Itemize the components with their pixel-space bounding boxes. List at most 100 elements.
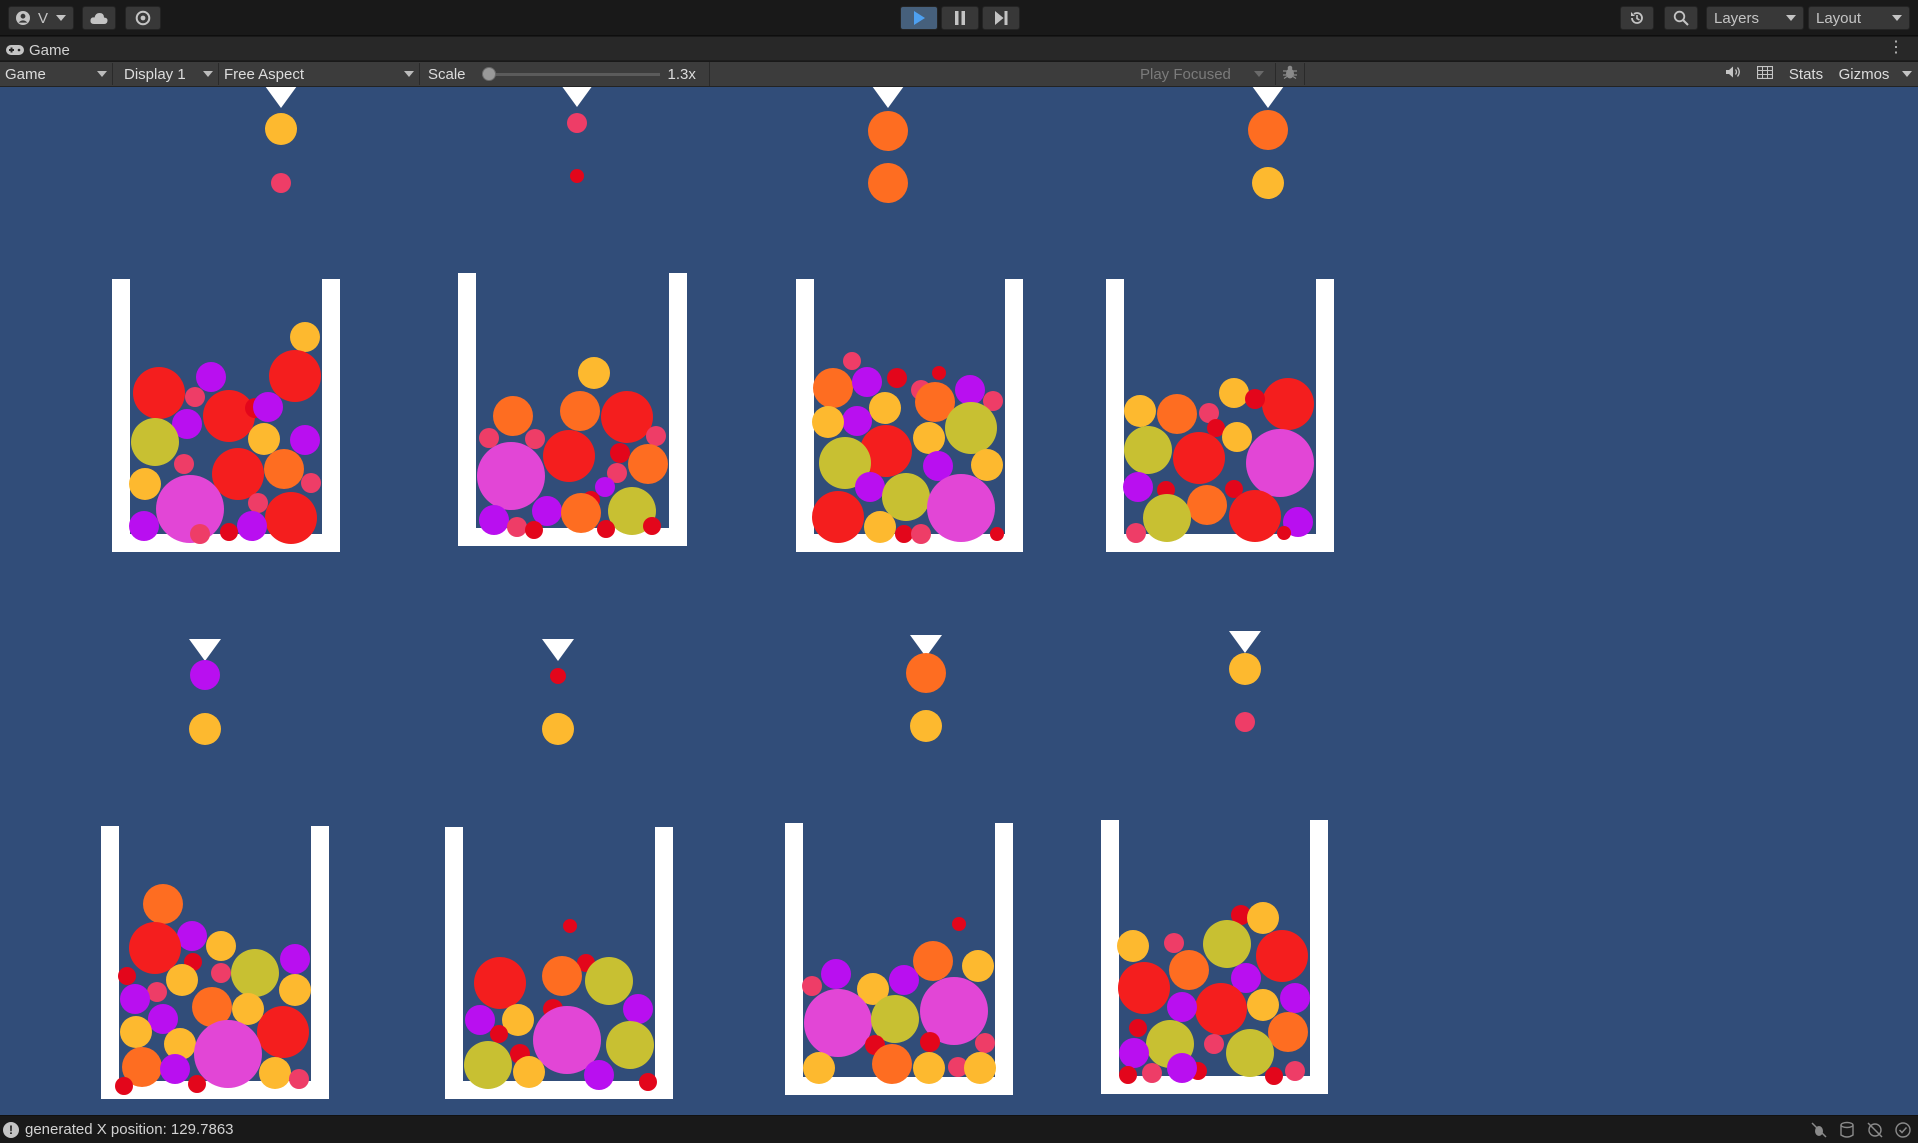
history-icon (1629, 10, 1645, 26)
ball-red-42 (601, 391, 653, 443)
ball-darkred-145 (490, 1025, 508, 1043)
cloud-button[interactable] (82, 6, 116, 30)
ball-pink-22 (185, 387, 205, 407)
progress-off-icon[interactable] (1866, 1121, 1884, 1139)
play-mode-dropdown[interactable]: Play Focused (1132, 63, 1270, 85)
ball-yellow-70 (869, 392, 901, 424)
step-button[interactable] (982, 6, 1020, 30)
account-icon (16, 11, 30, 25)
ball-purple-18 (196, 362, 226, 392)
chevron-down-icon (1254, 71, 1264, 77)
ball-pink-35 (248, 493, 268, 513)
ball-purple-122 (120, 984, 150, 1014)
ball-orange-44 (493, 396, 533, 436)
ball-red-29 (212, 448, 264, 500)
ball-pink-194 (1285, 1061, 1305, 1081)
debug-off-icon[interactable] (1810, 1121, 1828, 1139)
ball-darkred-133 (115, 1077, 133, 1095)
ball-magenta-161 (804, 989, 872, 1057)
tab-bar: Game ⋮ (0, 37, 1918, 61)
ball-purple-28 (290, 425, 320, 455)
ball-yellow-8 (1252, 167, 1284, 199)
aspect-dropdown[interactable]: Free Aspect (219, 63, 420, 85)
ball-darkred-4 (570, 169, 584, 183)
history-button[interactable] (1620, 6, 1654, 30)
check-circle-icon[interactable] (1894, 1121, 1912, 1139)
pause-button[interactable] (941, 6, 979, 30)
cache-icon[interactable] (1838, 1121, 1856, 1139)
ball-yellow-19 (290, 322, 320, 352)
ball-red-112 (129, 922, 181, 974)
layers-dropdown[interactable]: Layers (1706, 6, 1804, 30)
status-bar: ! generated X position: 129.7863 (0, 1115, 1918, 1143)
more-options-icon[interactable]: ⋮ (1888, 40, 1904, 56)
tab-game[interactable]: Game (6, 39, 70, 61)
play-button[interactable] (900, 6, 938, 30)
ball-orange-43 (560, 391, 600, 431)
ball-pink-46 (479, 428, 499, 448)
display-dropdown[interactable]: Display 1 (119, 63, 219, 85)
ball-darkred-61 (597, 520, 615, 538)
ball-orange-176 (1169, 950, 1209, 990)
spawner-1 (265, 87, 297, 108)
ball-orange-13 (906, 653, 946, 693)
ball-orange-31 (264, 449, 304, 489)
ball-orange-94 (1157, 394, 1197, 434)
ball-yellow-168 (803, 1052, 835, 1084)
grid-toggle[interactable] (1751, 62, 1779, 86)
stats-button[interactable]: Stats (1783, 62, 1829, 86)
ball-orange-64 (813, 368, 853, 408)
ball-pink-59 (507, 517, 527, 537)
ball-purple-193 (1167, 1053, 1197, 1083)
ball-pink-2 (271, 173, 291, 193)
ball-darkred-60 (525, 521, 543, 539)
ball-purple-111 (177, 921, 207, 951)
chevron-down-icon (1902, 71, 1912, 77)
ball-darkred-62 (643, 517, 661, 535)
ball-purple-38 (129, 511, 159, 541)
ball-darkred-89 (990, 527, 1004, 541)
ball-purple-65 (852, 367, 882, 397)
ball-purple-188 (1119, 1038, 1149, 1068)
ball-purple-101 (1123, 472, 1153, 502)
ball-red-17 (133, 367, 185, 419)
layers-label: Layers (1714, 9, 1760, 27)
ball-pink-34 (301, 473, 321, 493)
ball-darkred-153 (952, 917, 966, 931)
ball-olive-83 (882, 473, 930, 521)
scale-slider-thumb[interactable] (481, 66, 496, 81)
ball-orange-158 (913, 941, 953, 981)
services-button[interactable] (125, 6, 161, 30)
ball-pink-135 (289, 1069, 309, 1089)
layout-dropdown[interactable]: Layout (1808, 6, 1910, 30)
audio-mute-toggle[interactable] (1720, 62, 1746, 86)
debug-toggle[interactable] (1275, 63, 1305, 85)
spawner-4 (1252, 87, 1284, 108)
ball-yellow-113 (206, 931, 236, 961)
view-mode-dropdown[interactable]: Game (0, 63, 113, 85)
ball-purple-9 (190, 660, 220, 690)
step-icon (994, 11, 1008, 25)
gizmos-button[interactable]: Gizmos (1833, 62, 1895, 86)
ball-red-91 (1262, 378, 1314, 430)
ball-yellow-173 (1117, 930, 1149, 962)
ball-orange-139 (542, 956, 582, 996)
chevron-down-icon (1786, 15, 1796, 21)
ball-red-85 (812, 491, 864, 543)
gizmos-dropdown[interactable] (1898, 62, 1916, 86)
ball-darkred-163 (920, 1032, 940, 1052)
ball-pink-107 (1126, 523, 1146, 543)
ball-pink-40 (190, 524, 210, 544)
ball-yellow-93 (1124, 395, 1156, 427)
account-dropdown[interactable]: V (8, 6, 74, 30)
chevron-down-icon (1892, 15, 1902, 21)
ball-magenta-100 (1246, 429, 1314, 497)
search-button[interactable] (1664, 6, 1698, 30)
scale-slider[interactable] (481, 66, 660, 81)
game-view-controls: Game Display 1 Free Aspect Scale 1.3x Pl… (0, 62, 1918, 87)
ball-pink-174 (1164, 933, 1184, 953)
status-message[interactable]: generated X position: 129.7863 (25, 1121, 234, 1138)
ball-purple-151 (584, 1060, 614, 1090)
game-view[interactable] (0, 87, 1918, 1115)
ball-purple-37 (237, 511, 267, 541)
